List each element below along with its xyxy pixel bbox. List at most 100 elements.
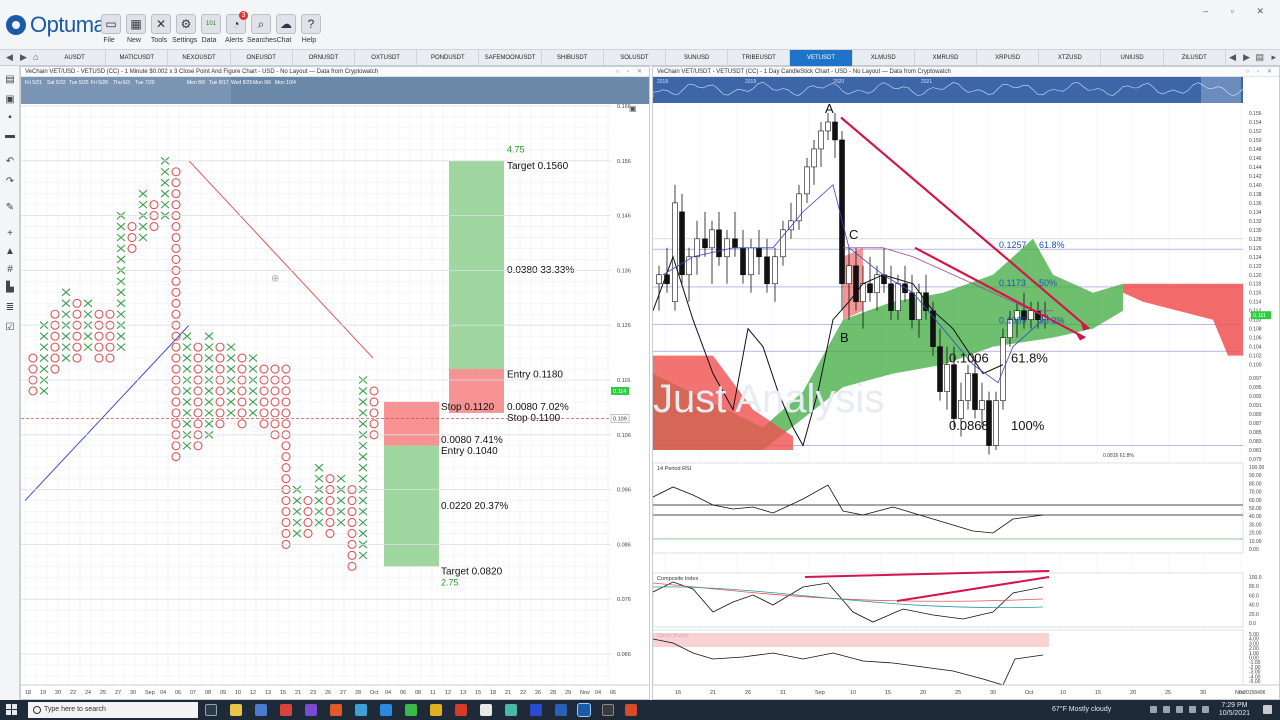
candle-up[interactable] (1000, 337, 1006, 401)
lock-icon[interactable]: ▲ (4, 246, 16, 258)
tab-oneusdt[interactable]: ONEUSDT (231, 50, 293, 66)
help-button[interactable]: ? Help (299, 14, 323, 44)
volume-icon[interactable] (1176, 706, 1183, 713)
tab-xrpusd[interactable]: XRPUSD (977, 50, 1040, 66)
candle-up[interactable] (811, 148, 817, 168)
tab-xmrusd[interactable]: XMRUSD (915, 50, 978, 66)
checklist-icon[interactable]: ☑ (4, 322, 16, 334)
new-button[interactable]: ▦ New (124, 14, 148, 44)
candle-up[interactable] (656, 274, 662, 285)
app-icon-9[interactable] (555, 704, 567, 716)
candle-down[interactable] (867, 283, 873, 294)
right-navigator-window[interactable] (1201, 77, 1241, 103)
task-view-icon[interactable] (205, 704, 217, 716)
file-button[interactable]: ▭ File (99, 14, 123, 44)
tab-xtzusd[interactable]: XTZUSD (1039, 50, 1102, 66)
picture-icon[interactable]: ▣ (4, 94, 16, 106)
candle-down[interactable] (740, 247, 746, 276)
settings-button[interactable]: ⚙ Settings (172, 14, 198, 44)
home-icon[interactable]: ⌂ (33, 52, 38, 62)
tabs-scroll-right-icon[interactable]: ▶ (1243, 52, 1250, 63)
back-arrow-icon[interactable]: ◀ (6, 52, 13, 63)
candle-down[interactable] (937, 346, 943, 392)
tabs-scroll-left-icon[interactable]: ◀ (1229, 52, 1236, 63)
save-icon[interactable]: ▪ (4, 112, 16, 124)
tab-ornusdt[interactable]: ORNUSDT (293, 50, 356, 66)
candle-down[interactable] (732, 238, 738, 249)
candle-down[interactable] (764, 256, 770, 285)
candle-up[interactable] (846, 265, 852, 285)
weather-widget[interactable]: 67°F Mostly cloudy (1052, 700, 1111, 720)
candle-up[interactable] (979, 400, 985, 410)
candle-up[interactable] (818, 130, 824, 150)
alerts-button[interactable]: ◔ 3 Alerts (224, 11, 248, 44)
print-icon[interactable]: ▬ (4, 130, 16, 142)
grid-icon[interactable]: # (4, 264, 16, 276)
searches-button[interactable]: ⌕ Searches (247, 14, 277, 44)
candlestick-chart-canvas[interactable]: 2018 2019 2020 2021 Just AnalysisABC0.1257 6… (653, 67, 1280, 700)
office-icon[interactable] (280, 704, 292, 716)
app-icon-4[interactable] (405, 704, 417, 716)
tray-chevron-icon[interactable] (1150, 706, 1157, 713)
candle-down[interactable] (756, 247, 762, 258)
candle-up[interactable] (825, 121, 831, 132)
keyboard-icon[interactable] (1202, 706, 1209, 713)
system-clock[interactable]: 7:29 PM 10/5/2021 (1219, 702, 1250, 718)
composite-panel[interactable] (653, 572, 1244, 628)
tab-zilusdt[interactable]: ZILUSDT (1164, 50, 1226, 66)
undo-icon[interactable]: ↶ (4, 156, 16, 168)
pen-icon[interactable]: ✎ (4, 202, 16, 214)
taskbar-search-input[interactable]: Type here to search (28, 702, 198, 718)
candle-up[interactable] (944, 364, 950, 392)
candle-down[interactable] (972, 373, 978, 410)
optuma-taskbar-icon[interactable] (577, 703, 591, 717)
candlestick-chart-pane[interactable]: VeChain VET/USDT - VETUSDT (CC) - 1 Day … (652, 66, 1280, 700)
network-icon[interactable] (1163, 706, 1170, 713)
pf-chart-canvas[interactable]: Fri 5/21 Sat 5/22 Tue 5/25 Fri 5/28 Thu 6/3 T… (21, 67, 650, 700)
tab-xlmusd[interactable]: XLMUSD (853, 50, 915, 66)
chrome-icon[interactable] (430, 704, 442, 716)
candle-up[interactable] (965, 373, 971, 401)
tab-solusdt[interactable]: SOLUSDT (604, 50, 667, 66)
list-icon[interactable]: ≣ (4, 302, 16, 314)
tab-sunusd[interactable]: SUNUSD (666, 50, 729, 66)
candle-up[interactable] (993, 400, 999, 446)
candle-down[interactable] (702, 238, 708, 249)
candle-up[interactable] (672, 202, 678, 303)
candle-down[interactable] (853, 265, 859, 303)
candle-down[interactable] (679, 211, 685, 276)
pf-lock-icon[interactable]: ▣ (629, 104, 637, 113)
app-icon-11[interactable] (625, 704, 637, 716)
app-icon-8[interactable] (530, 704, 542, 716)
short-risk-zone[interactable] (384, 401, 439, 446)
tab-vetusdt[interactable]: VETUSDT (790, 50, 853, 66)
candle-down[interactable] (951, 364, 957, 419)
candle-down[interactable] (716, 229, 722, 258)
candle-up[interactable] (895, 283, 901, 312)
app-icon-7[interactable] (505, 704, 517, 716)
candle-down[interactable] (664, 274, 670, 285)
tabs-menu-icon[interactable]: ▤ (1255, 52, 1264, 63)
tools-button[interactable]: ✕ Tools (149, 14, 173, 44)
brave-browser-icon[interactable] (330, 704, 342, 716)
tab-safemoonusdt[interactable]: SAFEMOONUSDT (479, 50, 542, 66)
tab-tribeusdt[interactable]: TRIBEUSDT (728, 50, 791, 66)
tabs-add-icon[interactable]: ▸ (1271, 52, 1276, 63)
candle-up[interactable] (772, 256, 778, 285)
stamp-icon[interactable]: ▙ (4, 282, 16, 294)
candle-down[interactable] (832, 121, 838, 141)
candle-down[interactable] (909, 292, 915, 320)
candle-up[interactable] (804, 166, 810, 195)
candle-up[interactable] (958, 400, 964, 419)
candle-up[interactable] (709, 229, 715, 249)
candle-down[interactable] (888, 283, 894, 312)
crosshair-icon[interactable]: + (4, 228, 16, 240)
short-reward-zone[interactable] (384, 445, 439, 567)
app-icon-10[interactable] (602, 704, 614, 716)
forward-arrow-icon[interactable]: ▶ (20, 52, 27, 63)
redo-icon[interactable]: ↷ (4, 176, 16, 188)
file-explorer-icon[interactable] (230, 704, 242, 716)
tab-pondusdt[interactable]: PONDUSDT (417, 50, 480, 66)
candle-up[interactable] (748, 247, 754, 276)
app-icon-1[interactable] (305, 704, 317, 716)
